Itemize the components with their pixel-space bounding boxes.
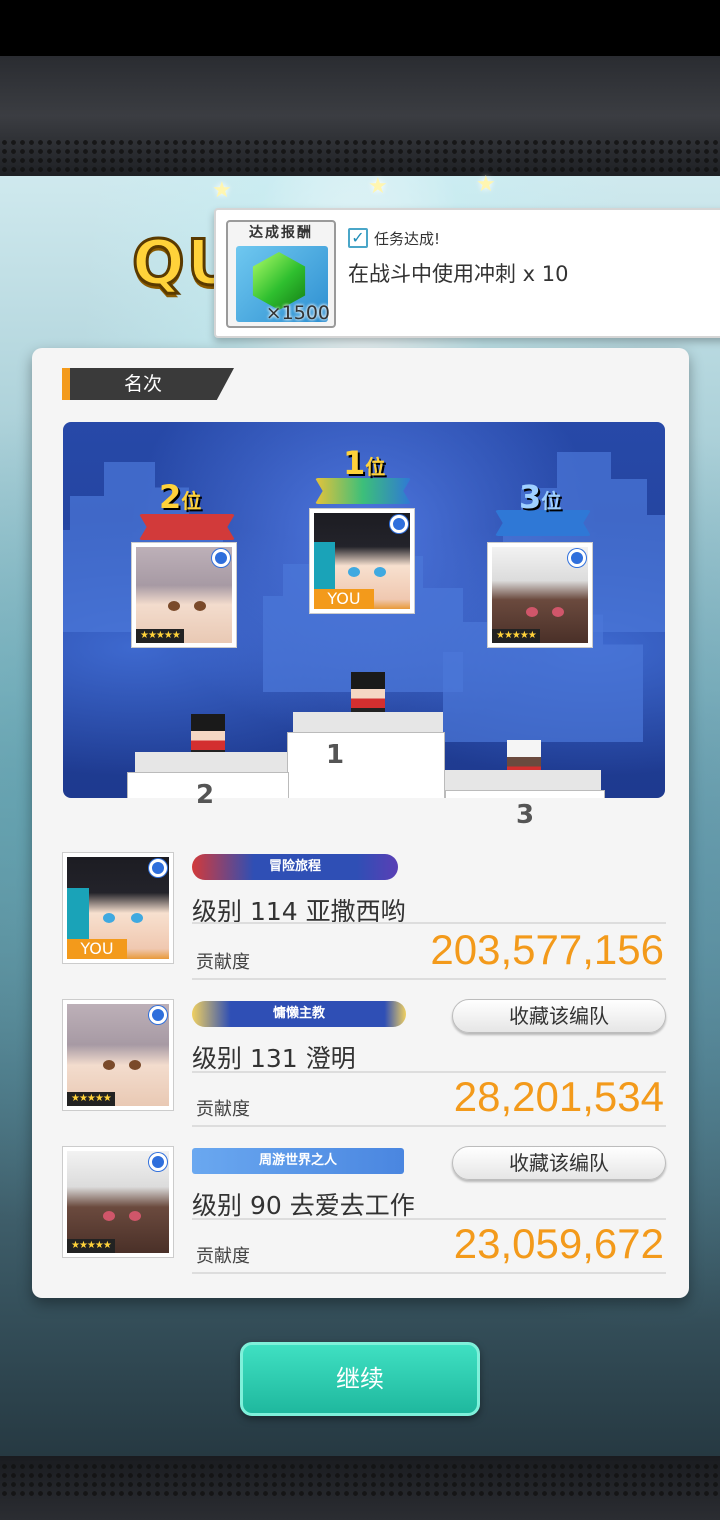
section-title: 名次 xyxy=(62,368,234,400)
star-rating: ★★★★★ xyxy=(492,629,540,643)
ranking-row-1: YOU 冒险旅程 级别 114 亚撒西哟 贡献度 203,577,156 xyxy=(62,852,666,992)
title-banner: 周游世界之人 xyxy=(192,1148,404,1174)
avatar-third[interactable]: ★★★★★ xyxy=(487,542,593,648)
podium-third xyxy=(445,790,605,798)
save-team-button[interactable]: 收藏该编队 xyxy=(452,1146,666,1180)
podium-number-3: 3 xyxy=(516,800,535,830)
ranking-row-3: ★★★★★ 周游世界之人 收藏该编队 级别 90 去爱去工作 贡献度 23,05… xyxy=(62,1146,666,1286)
reward-count: ×1500 xyxy=(265,302,330,324)
contribution-label: 贡献度 xyxy=(196,1099,250,1120)
podium-scene: 2位 ★★★★★ 1位 YOU 3位 ★★★★★ xyxy=(63,422,665,798)
title-banner: 慵懒主教 xyxy=(192,1001,406,1027)
avatar[interactable]: ★★★★★ xyxy=(62,999,174,1111)
sparkle-icon: ★ xyxy=(212,178,232,203)
save-team-button[interactable]: 收藏该编队 xyxy=(452,999,666,1033)
continue-button[interactable]: 继续 xyxy=(240,1342,480,1416)
player-name: 级别 131 澄明 xyxy=(192,1044,356,1073)
rank-label-1: 1位 xyxy=(343,444,386,482)
star-rating: ★★★★★ xyxy=(136,629,184,643)
badge-icon xyxy=(568,549,586,567)
bottom-band xyxy=(0,1456,720,1520)
top-header-band xyxy=(0,56,720,176)
reward-label: 达成报酬 xyxy=(249,225,313,241)
podium-number-1: 1 xyxy=(326,740,345,770)
podium-first xyxy=(287,732,445,798)
player-name: 级别 90 去爱去工作 xyxy=(192,1191,415,1220)
mission-status: 任务达成! xyxy=(374,230,441,248)
badge-icon xyxy=(149,1153,167,1171)
badge-icon xyxy=(149,859,167,877)
rank-label-2: 2位 xyxy=(159,478,202,516)
status-bar xyxy=(0,0,720,56)
you-tag: YOU xyxy=(67,939,127,959)
mission-description: 在战斗中使用冲刺 x 10 xyxy=(348,262,569,286)
avatar-first[interactable]: YOU xyxy=(309,508,415,614)
star-rating: ★★★★★ xyxy=(67,1092,115,1106)
rank-ribbon-2 xyxy=(139,514,235,540)
you-tag: YOU xyxy=(314,589,374,609)
avatar-second[interactable]: ★★★★★ xyxy=(131,542,237,648)
checkbox-icon: ✓ xyxy=(348,228,368,248)
avatar[interactable]: YOU xyxy=(62,852,174,964)
contribution-label: 贡献度 xyxy=(196,1246,250,1267)
mission-banner: 达成报酬 ×1500 ✓ 任务达成! 在战斗中使用冲刺 x 10 xyxy=(214,208,720,338)
contribution-value: 203,577,156 xyxy=(430,926,664,973)
contribution-label: 贡献度 xyxy=(196,952,250,973)
badge-icon xyxy=(149,1006,167,1024)
sparkle-icon: ★ xyxy=(368,174,388,199)
rank-label-3: 3位 xyxy=(519,478,562,516)
sparkle-icon: ★ xyxy=(476,172,496,197)
star-rating: ★★★★★ xyxy=(67,1239,115,1253)
reward-box: 达成报酬 ×1500 xyxy=(226,220,336,328)
contribution-value: 23,059,672 xyxy=(453,1220,664,1267)
badge-icon xyxy=(390,515,408,533)
results-panel: 名次 2位 ★★★★★ 1位 YOU 3位 ★★★★★ 1 2 3 YOU 冒险… xyxy=(32,348,689,1298)
title-banner: 冒险旅程 xyxy=(192,854,398,880)
avatar[interactable]: ★★★★★ xyxy=(62,1146,174,1258)
badge-icon xyxy=(212,549,230,567)
podium-number-2: 2 xyxy=(196,780,215,810)
ranking-row-2: ★★★★★ 慵懒主教 收藏该编队 级别 131 澄明 贡献度 28,201,53… xyxy=(62,999,666,1139)
contribution-value: 28,201,534 xyxy=(453,1073,664,1120)
